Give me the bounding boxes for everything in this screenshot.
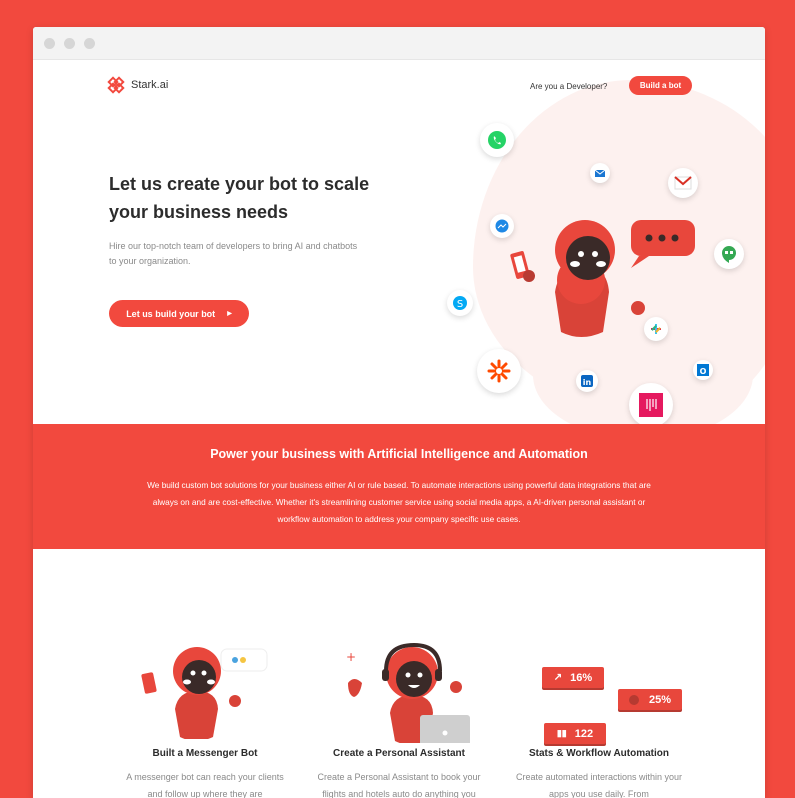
feature-title: Create a Personal Assistant <box>333 748 465 759</box>
whatsapp-icon <box>480 123 514 157</box>
minimize-window-button[interactable] <box>64 38 75 49</box>
svg-text:S: S <box>457 299 463 310</box>
build-a-bot-button[interactable]: Build a bot <box>629 76 692 95</box>
feature-messenger-bot: Built a Messenger Bot A messenger bot ca… <box>120 549 290 798</box>
feature-description: A messenger bot can reach your clients a… <box>126 772 284 798</box>
feature-title: Built a Messenger Bot <box>152 748 258 759</box>
svg-text:+: + <box>346 650 356 664</box>
close-window-button[interactable] <box>44 38 55 49</box>
svg-text:O: O <box>700 367 707 376</box>
band-description: We build custom bot solutions for your b… <box>147 480 651 524</box>
feature-description: Create automated interactions within you… <box>515 772 683 798</box>
stat-value: 25% <box>648 693 672 706</box>
stat-value: 122 <box>574 727 594 740</box>
messenger-bot-illustration <box>141 647 268 739</box>
stat-card: ↗ 16% <box>542 667 604 688</box>
bar-chart-icon: ▮▮ <box>556 728 567 738</box>
brand-logo[interactable]: Stark.ai <box>107 76 168 94</box>
app-logo-icon <box>629 383 673 424</box>
stat-card: 25% <box>618 689 682 710</box>
dot-icon <box>628 694 639 705</box>
build-your-bot-button[interactable]: Let us build your bot ▶ <box>109 300 249 327</box>
play-arrow-icon: ▶ <box>227 311 232 317</box>
feature-stats-workflow: ↗ 16% 25% ▮▮ 122 Stats & Workflow Automa… <box>514 549 684 798</box>
band-title: Power your business with Artificial Inte… <box>210 447 588 461</box>
outlook-icon: O <box>693 360 713 380</box>
stark-logo-icon <box>107 76 125 94</box>
developer-link[interactable]: Are you a Developer? <box>530 82 607 91</box>
trend-up-icon: ↗ <box>553 672 563 683</box>
hero-subtitle: Hire our top-notch team of developers to… <box>109 241 358 266</box>
hangouts-icon <box>714 239 744 269</box>
feature-description: Create a Personal Assistant to book your… <box>317 772 481 798</box>
robot-illustration <box>510 220 695 337</box>
hero-title: Let us create your bot to scale your bus… <box>109 174 370 222</box>
browser-window: Stark.ai Are you a Developer? Build a bo… <box>33 27 765 798</box>
cta-label: Let us build your bot <box>126 308 216 319</box>
personal-assistant-illustration: + <box>346 643 470 743</box>
skype-icon: S <box>447 290 473 316</box>
features-section: Built a Messenger Bot A messenger bot ca… <box>33 549 765 798</box>
value-proposition-band: Power your business with Artificial Inte… <box>33 424 765 549</box>
feature-personal-assistant: + Create a Personal Assistant Create a P… <box>314 549 484 798</box>
stat-value: 16% <box>570 671 593 684</box>
linkedin-icon: in <box>576 370 598 392</box>
stat-card: ▮▮ 122 <box>544 723 606 744</box>
feature-title: Stats & Workflow Automation <box>529 748 669 759</box>
window-titlebar <box>33 27 765 60</box>
svg-text:in: in <box>583 378 592 387</box>
maximize-window-button[interactable] <box>84 38 95 49</box>
hero-section: Stark.ai Are you a Developer? Build a bo… <box>33 60 765 424</box>
zapier-icon <box>477 349 521 393</box>
brand-name: Stark.ai <box>131 79 169 91</box>
